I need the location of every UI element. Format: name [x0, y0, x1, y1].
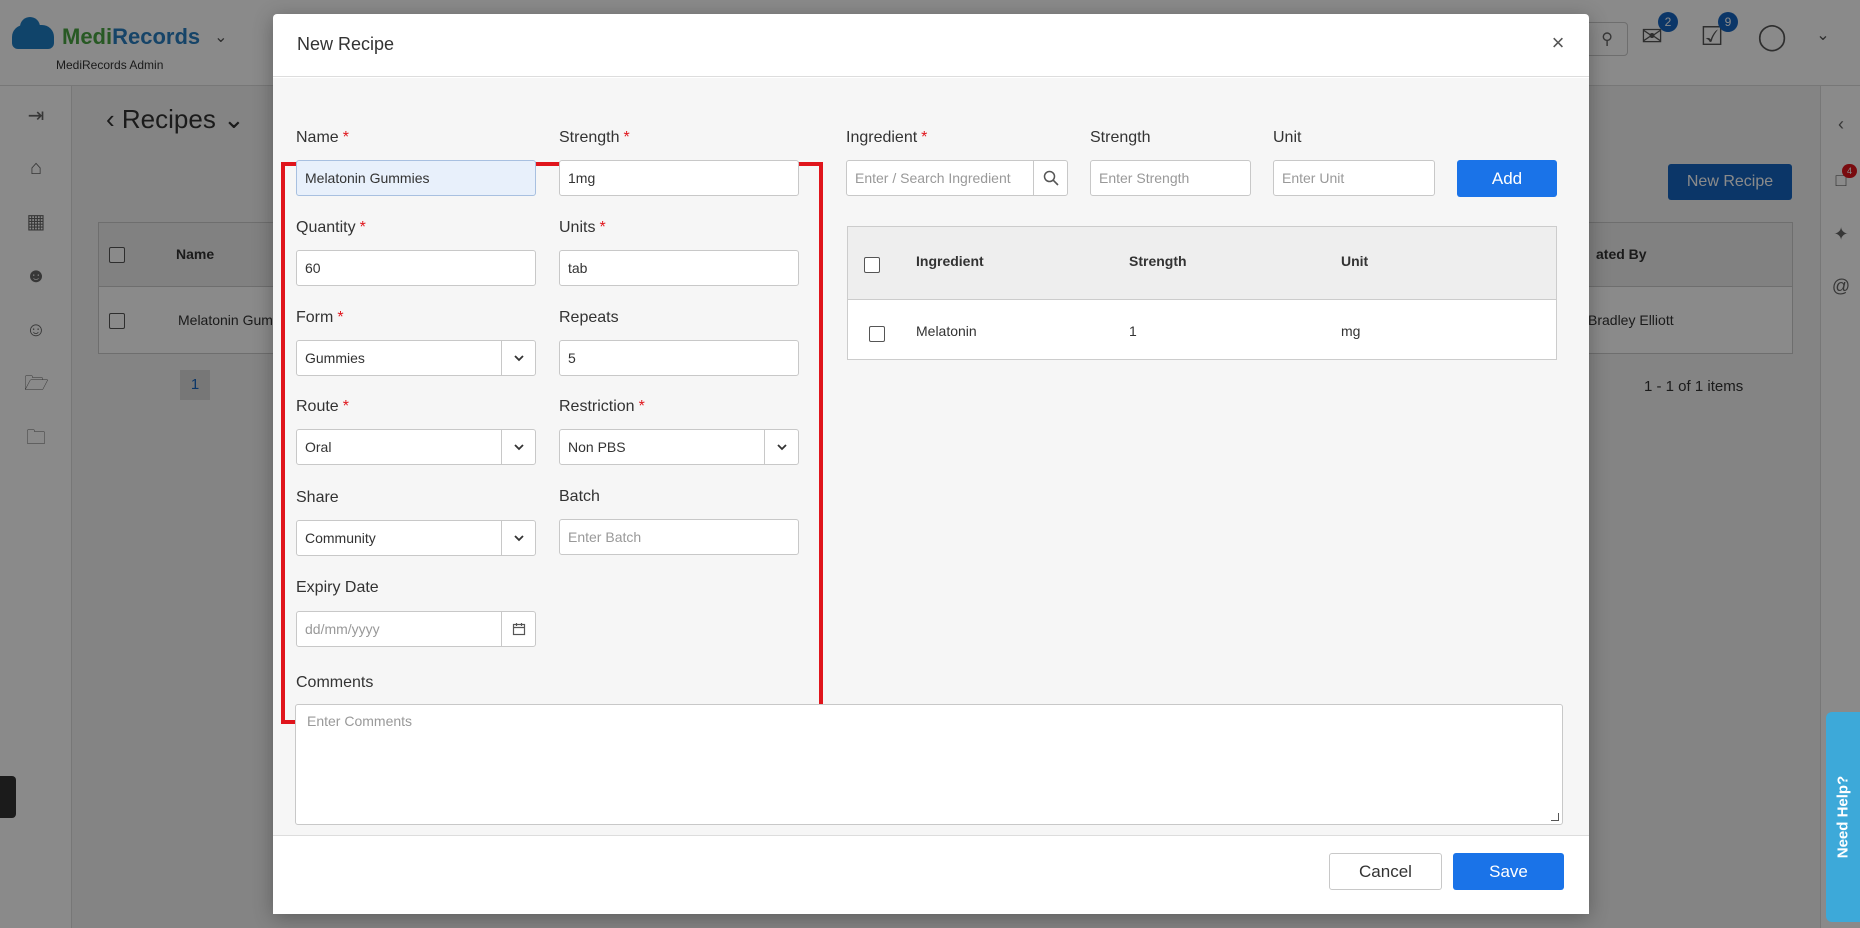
column-header-strength: Strength	[1129, 253, 1187, 269]
strength-input[interactable]: 1mg	[559, 160, 799, 196]
comments-label: Comments	[296, 674, 374, 691]
ingredient-label: Ingredient *	[846, 129, 928, 146]
units-label: Units *	[559, 219, 606, 236]
ingredient-strength-input[interactable]: Enter Strength	[1090, 160, 1251, 196]
modal-body: Name * Melatonin Gummies Strength * 1mg Qu…	[273, 78, 1589, 835]
search-icon[interactable]	[1033, 161, 1067, 195]
modal-title: New Recipe	[297, 34, 395, 54]
new-recipe-modal: New Recipe × Name * Melatonin Gummies Str…	[273, 14, 1589, 914]
form-label: Form *	[296, 309, 344, 326]
share-select[interactable]: Community	[296, 520, 536, 556]
expiry-date-placeholder: dd/mm/yyyy	[305, 621, 380, 637]
ingredient-strength-label: Strength	[1090, 129, 1151, 146]
ingredient-search-input[interactable]: Enter / Search Ingredient	[846, 160, 1068, 196]
calendar-icon[interactable]	[501, 612, 535, 646]
restriction-select-value: Non PBS	[568, 439, 626, 455]
chevron-down-icon[interactable]	[501, 521, 535, 555]
chevron-down-icon[interactable]	[501, 341, 535, 375]
form-select-value: Gummies	[305, 350, 365, 366]
save-button[interactable]: Save	[1453, 853, 1564, 890]
strength-label: Strength *	[559, 129, 630, 146]
modal-footer: Cancel Save	[273, 835, 1589, 914]
cancel-button[interactable]: Cancel	[1329, 853, 1442, 890]
name-label: Name *	[296, 129, 349, 146]
quantity-input[interactable]: 60	[296, 250, 536, 286]
route-label: Route *	[296, 398, 349, 415]
row-unit: mg	[1341, 323, 1361, 339]
quantity-label: Quantity *	[296, 219, 366, 236]
expiry-date-label: Expiry Date	[296, 579, 379, 596]
row-strength: 1	[1129, 323, 1137, 339]
repeats-input[interactable]: 5	[559, 340, 799, 376]
resize-handle-icon[interactable]	[1551, 813, 1559, 821]
share-select-value: Community	[305, 530, 376, 546]
modal-header: New Recipe ×	[273, 14, 1589, 77]
add-ingredient-button[interactable]: Add	[1457, 160, 1557, 197]
comments-textarea[interactable]: Enter Comments	[295, 704, 1563, 825]
ingredient-unit-label: Unit	[1273, 129, 1302, 146]
batch-label: Batch	[559, 488, 600, 505]
restriction-label: Restriction *	[559, 398, 645, 415]
ingredient-table: Ingredient Strength Unit Melatonin 1 mg	[847, 226, 1557, 360]
units-input[interactable]: tab	[559, 250, 799, 286]
row-checkbox[interactable]	[869, 326, 885, 342]
comments-placeholder: Enter Comments	[307, 713, 413, 729]
batch-input[interactable]: Enter Batch	[559, 519, 799, 555]
chevron-down-icon[interactable]	[501, 430, 535, 464]
chevron-down-icon[interactable]	[764, 430, 798, 464]
column-header-unit: Unit	[1341, 253, 1369, 269]
restriction-select[interactable]: Non PBS	[559, 429, 799, 465]
need-help-tab[interactable]: Need Help?	[1826, 712, 1860, 922]
name-input[interactable]: Melatonin Gummies	[296, 160, 536, 196]
ingredient-placeholder: Enter / Search Ingredient	[855, 170, 1011, 186]
close-icon[interactable]: ×	[1547, 32, 1569, 54]
select-all-ingredients-checkbox[interactable]	[864, 257, 880, 273]
ingredient-table-header: Ingredient Strength Unit	[848, 227, 1556, 300]
row-ingredient: Melatonin	[916, 323, 977, 339]
repeats-label: Repeats	[559, 309, 619, 326]
form-select[interactable]: Gummies	[296, 340, 536, 376]
route-select[interactable]: Oral	[296, 429, 536, 465]
ingredient-unit-input[interactable]: Enter Unit	[1273, 160, 1435, 196]
column-header-ingredient: Ingredient	[916, 253, 984, 269]
expiry-date-input[interactable]: dd/mm/yyyy	[296, 611, 536, 647]
share-label: Share	[296, 489, 339, 506]
route-select-value: Oral	[305, 439, 332, 455]
